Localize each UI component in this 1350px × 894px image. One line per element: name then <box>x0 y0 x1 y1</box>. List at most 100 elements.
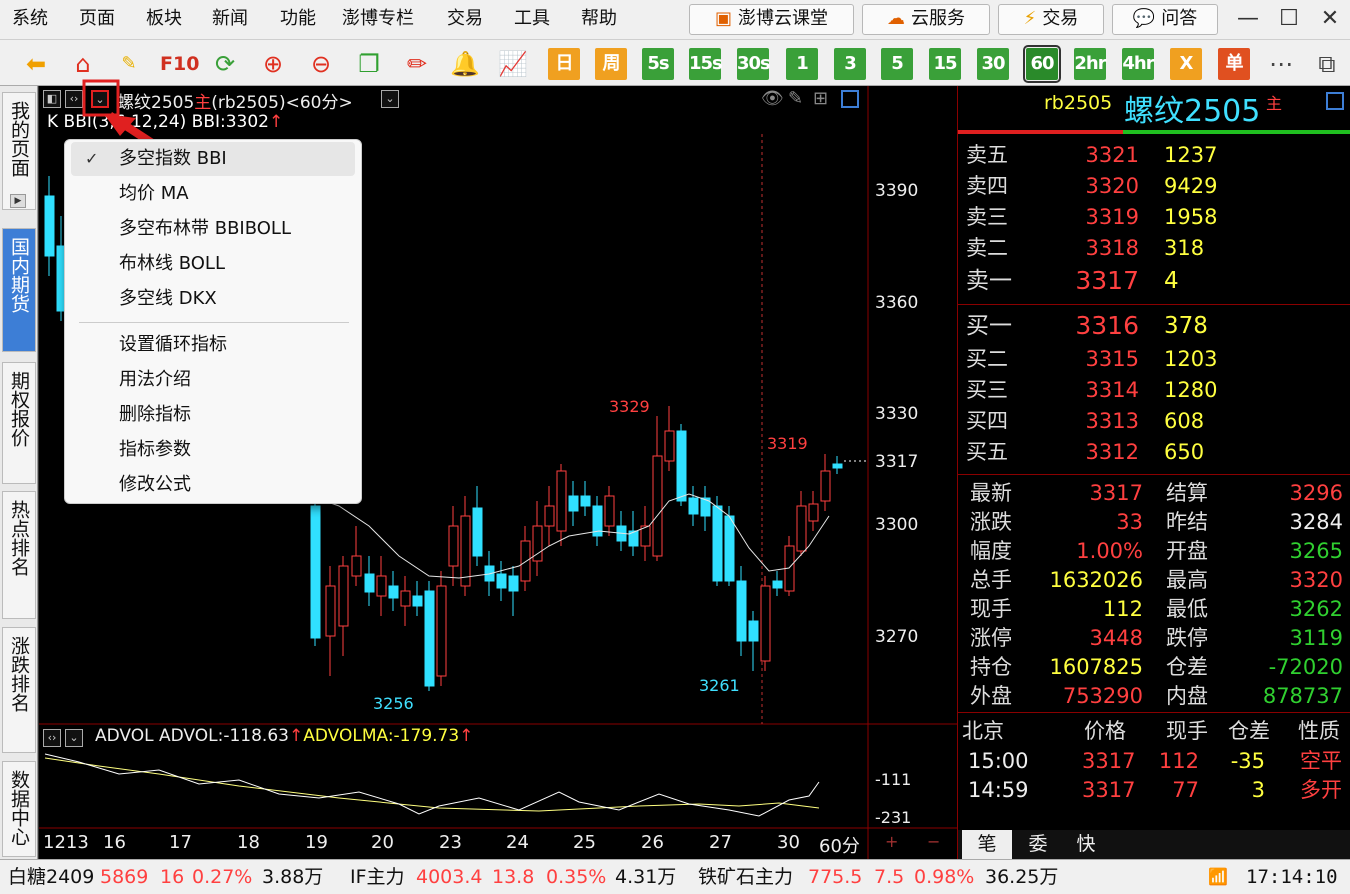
period-1m-button[interactable]: 1 <box>786 48 818 80</box>
trend-chart-icon[interactable]: 📈 <box>496 47 530 81</box>
date-label: 18 <box>237 832 260 853</box>
cloud-classroom-button[interactable]: ▣ 澎博云课堂 <box>689 4 854 35</box>
indicator-dropdown-menu: ✓ 多空指数 BBI 均价 MA 多空布林带 BBIBOLL 布林线 BOLL 多… <box>64 139 362 504</box>
bid-row[interactable]: 买二 3315 1203 <box>958 344 1350 374</box>
ask-row[interactable]: 卖三 3319 1958 <box>958 202 1350 232</box>
candle-body <box>820 470 831 502</box>
candle-body <box>748 620 759 642</box>
eye-hide-icon[interactable]: 👁 <box>761 88 784 109</box>
zoom-plus-icon[interactable]: + <box>885 832 898 851</box>
menu-item-dkx[interactable]: 多空线 DKX <box>71 282 355 316</box>
tab-trades[interactable]: 笔 <box>962 830 1012 859</box>
period-15m-button[interactable]: 15 <box>929 48 961 80</box>
bid-volume: 608 <box>1164 409 1205 433</box>
tab-options-quote[interactable]: 期权报价 <box>2 362 36 484</box>
period-day-button[interactable]: 日 <box>548 48 580 80</box>
candle-body <box>544 505 555 527</box>
tab-options-quote-label: 期权报价 <box>8 371 30 447</box>
period-x-button[interactable]: X <box>1170 48 1202 80</box>
period-30s-button[interactable]: 30s <box>737 48 771 80</box>
tick-price: 3317 <box>1082 778 1136 802</box>
more-icon[interactable]: ⋯ <box>1264 47 1298 81</box>
bid-row[interactable]: 买四 3313 608 <box>958 406 1350 436</box>
price-tick-3330: 3330 <box>875 404 919 424</box>
period-60m-button[interactable]: 60 <box>1023 45 1061 83</box>
stats-row: 总手 1632026 最高 3320 <box>958 565 1350 595</box>
sub-dropdown-icon[interactable]: ⌄ <box>65 729 83 747</box>
period-3m-button[interactable]: 3 <box>834 48 866 80</box>
bid-row[interactable]: 买三 3314 1280 <box>958 375 1350 405</box>
stat-label: 最新 <box>970 481 1012 505</box>
tab-orders[interactable]: 委 <box>1014 830 1062 859</box>
maximize-icon[interactable]: ☐ <box>1269 2 1309 36</box>
tab-hot-ranking[interactable]: 热点排名 <box>2 491 36 619</box>
ask-volume: 9429 <box>1164 174 1218 198</box>
menu-item-formula[interactable]: 修改公式 <box>71 468 355 502</box>
tab-domestic-futures[interactable]: 国内期货 <box>2 228 36 352</box>
menu-item-delete[interactable]: 删除指标 <box>71 398 355 432</box>
trade-button[interactable]: ⚡ 交易 <box>998 4 1104 35</box>
period-2hr-button[interactable]: 2hr <box>1074 48 1107 80</box>
tick-nature: 空平 <box>1300 749 1342 773</box>
period-5m-button[interactable]: 5 <box>881 48 913 80</box>
ask-row[interactable]: 卖一 3317 4 <box>958 266 1350 296</box>
tick-oi: -35 <box>1230 749 1265 773</box>
menu-item-bbi[interactable]: ✓ 多空指数 BBI <box>71 142 355 176</box>
ask-volume: 1958 <box>1164 205 1218 229</box>
ask-row[interactable]: 卖五 3321 1237 <box>958 140 1350 170</box>
ask-row[interactable]: 卖二 3318 318 <box>958 233 1350 263</box>
alert-bell-icon[interactable]: 🔔 <box>448 47 482 81</box>
tab-change-ranking[interactable]: 涨跌排名 <box>2 627 36 753</box>
menu-tools[interactable]: 工具 <box>514 0 550 40</box>
qa-button[interactable]: 💬 问答 <box>1112 4 1218 35</box>
ask-row[interactable]: 卖四 3320 9429 <box>958 171 1350 201</box>
draw-pen-icon[interactable]: ✏ <box>400 47 434 81</box>
menu-item-bbiboll[interactable]: 多空布林带 BBIBOLL <box>71 212 355 246</box>
candle-body <box>604 495 615 527</box>
low2-annotation: 3261 <box>699 676 740 695</box>
ask-volume: 4 <box>1164 268 1179 294</box>
zoom-minus-icon[interactable]: − <box>927 832 940 851</box>
ticker-2-change: 13.8 <box>492 866 535 888</box>
period-week-button[interactable]: 周 <box>595 48 627 80</box>
advol-arrow: ↑ <box>288 726 304 746</box>
sub-expand-icon[interactable]: ‹› <box>43 729 61 747</box>
bid-row[interactable]: 买五 3312 650 <box>958 437 1350 467</box>
menu-item-boll[interactable]: 布林线 BOLL <box>71 247 355 281</box>
draw-icon[interactable]: ✎ <box>788 88 803 109</box>
menu-item-usage[interactable]: 用法介绍 <box>71 363 355 397</box>
period-5s-button[interactable]: 5s <box>642 48 674 80</box>
ticker-1-name[interactable]: 白糖2409 <box>8 860 94 894</box>
stat-label: 持仓 <box>970 655 1012 679</box>
minimize-icon[interactable]: — <box>1228 2 1268 36</box>
quote-window-icon[interactable] <box>1326 92 1344 110</box>
tab-data-center[interactable]: 数据中心 <box>2 761 36 857</box>
menu-help[interactable]: 帮助 <box>581 0 617 40</box>
single-order-button[interactable]: 单 <box>1218 48 1250 80</box>
ticker-3-name[interactable]: 铁矿石主力 <box>698 860 793 894</box>
tab-fast[interactable]: 快 <box>1062 830 1110 859</box>
menu-item-ma[interactable]: 均价 MA <box>71 177 355 211</box>
period-30m-button[interactable]: 30 <box>977 48 1009 80</box>
menu-trade[interactable]: 交易 <box>447 0 483 40</box>
menu-item-cycle-indicator[interactable]: 设置循环指标 <box>71 328 355 362</box>
stat-value: 33 <box>1116 510 1143 534</box>
cloud-service-button[interactable]: ☁ 云服务 <box>862 4 990 35</box>
layout-icon[interactable]: ⧉ <box>1310 47 1344 81</box>
ask-bar <box>958 130 1123 134</box>
lightning-icon: ⚡ <box>1023 8 1037 29</box>
period-4hr-button[interactable]: 4hr <box>1122 48 1155 80</box>
cloud-service-label: 云服务 <box>911 8 965 29</box>
menu-item-params[interactable]: 指标参数 <box>71 433 355 467</box>
close-icon[interactable]: ✕ <box>1310 2 1350 36</box>
tick-volume: 77 <box>1172 778 1199 802</box>
window-mode-icon[interactable] <box>841 90 859 108</box>
ticker-2-name[interactable]: IF主力 <box>350 860 405 894</box>
grid-icon[interactable]: ⊞ <box>813 88 828 109</box>
candle-body <box>520 540 531 582</box>
bid-row[interactable]: 买一 3316 378 <box>958 311 1350 341</box>
candle-body <box>832 463 843 469</box>
period-15s-button[interactable]: 15s <box>689 48 723 80</box>
advol-value-label: ADVOL ADVOL:-118.63 <box>95 726 289 746</box>
stat-value: 3119 <box>1289 626 1343 650</box>
